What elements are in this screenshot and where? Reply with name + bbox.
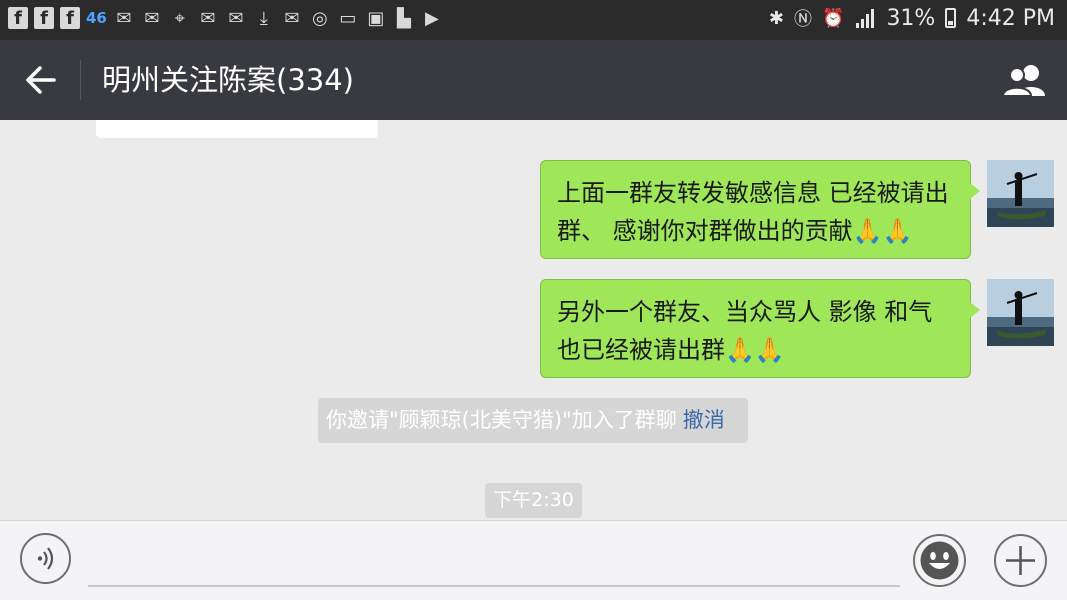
location-icon: ⌖ bbox=[174, 7, 185, 29]
signal-icon bbox=[854, 8, 876, 28]
input-bar bbox=[0, 520, 1067, 600]
back-arrow-icon[interactable] bbox=[24, 60, 58, 100]
mail-icon: ✉ bbox=[144, 7, 160, 29]
network-type-label: 46 bbox=[86, 9, 107, 27]
mail-icon: ✉ bbox=[228, 7, 244, 29]
flipboard-icon: ▙ bbox=[396, 7, 411, 29]
voicemail-icon: ▭ bbox=[339, 7, 357, 29]
mail-icon: ✉ bbox=[200, 7, 216, 29]
emoji-button-icon[interactable] bbox=[912, 533, 967, 588]
mail-icon: ✉ bbox=[284, 7, 300, 29]
message-bubble[interactable]: 另外一个群友、当众骂人 影像 和气也已经被请出群🙏🙏 bbox=[540, 279, 980, 378]
battery-icon bbox=[945, 8, 957, 28]
download-icon: ⤓ bbox=[259, 7, 268, 29]
image-icon: ▣ bbox=[367, 7, 385, 29]
facebook-icon: f bbox=[34, 7, 54, 29]
bluetooth-icon: ✱ bbox=[768, 7, 785, 29]
group-title: 明州关注陈案(334) bbox=[102, 63, 354, 97]
alarm-icon: ⏰ bbox=[822, 7, 845, 29]
mail-icon: ✉ bbox=[116, 7, 132, 29]
voice-icon bbox=[37, 547, 54, 570]
previous-message-bubble bbox=[96, 120, 378, 138]
clock: 4:42 PM bbox=[966, 5, 1055, 31]
facebook-icon: f bbox=[60, 7, 80, 29]
clap-emoji: 🙏🙏 bbox=[852, 217, 913, 245]
video-icon: ▶ bbox=[424, 7, 439, 29]
clap-emoji: 🙏🙏 bbox=[725, 336, 785, 364]
message-timestamp: 下午2:30 bbox=[485, 483, 582, 518]
header-divider bbox=[80, 60, 81, 100]
system-icons: ✱ Ⓝ ⏰ 31% 4:42 PM bbox=[769, 5, 1055, 31]
voice-input-button[interactable] bbox=[20, 533, 71, 584]
facebook-icon: f bbox=[8, 7, 28, 29]
more-options-plus-icon[interactable] bbox=[993, 533, 1048, 588]
system-notice-text: 你邀请"顾颖琼(北美守猎)"加入了群聊 bbox=[326, 408, 677, 432]
group-members-icon[interactable] bbox=[1001, 62, 1049, 98]
nfc-icon: Ⓝ bbox=[794, 9, 813, 30]
undo-invite-link[interactable]: 撤消 bbox=[683, 408, 725, 432]
status-bar: f f f 46 ✉ ✉ ⌖ ✉ ✉ ⤓ ✉ ◎ ▭ ▣ ▙ ▶ ✱ Ⓝ ⏰ 3… bbox=[0, 0, 1067, 40]
message-input[interactable] bbox=[88, 585, 900, 587]
message-bubble[interactable]: 上面一群友转发敏感信息 已经被请出群、 感谢你对群做出的贡献🙏🙏 bbox=[540, 160, 980, 259]
user-avatar[interactable] bbox=[987, 279, 1054, 346]
user-avatar[interactable] bbox=[987, 160, 1054, 227]
chat-area[interactable]: 上面一群友转发敏感信息 已经被请出群、 感谢你对群做出的贡献🙏🙏 另外一个群友、… bbox=[0, 120, 1067, 520]
chat-header: 明州关注陈案(334) bbox=[0, 40, 1067, 120]
notification-icons: f f f 46 ✉ ✉ ⌖ ✉ ✉ ⤓ ✉ ◎ ▭ ▣ ▙ ▶ bbox=[8, 6, 443, 30]
sync-icon: ◎ bbox=[312, 7, 328, 29]
battery-percent: 31% bbox=[886, 5, 936, 31]
system-notice: 你邀请"顾颖琼(北美守猎)"加入了群聊 撤消 bbox=[318, 398, 748, 443]
